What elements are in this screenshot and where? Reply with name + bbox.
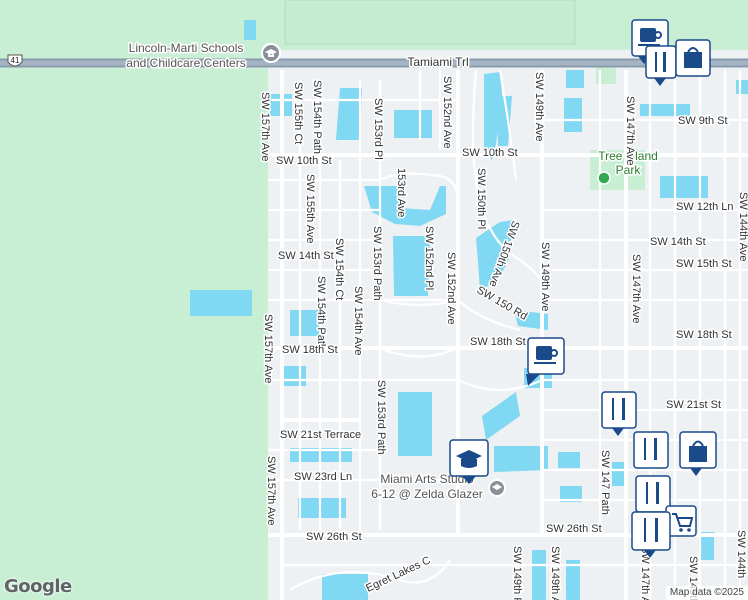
- street-label: SW 147th Ave: [624, 96, 636, 166]
- street-label: SW 157th Ave: [262, 314, 274, 384]
- street-label: SW 26th St: [546, 523, 602, 535]
- street-label: SW 144th Ave: [737, 192, 748, 262]
- school-bottom-line2: 6-12 @ Zelda Glazer: [371, 487, 483, 501]
- google-logo: Google: [4, 576, 72, 597]
- map-attribution[interactable]: Map data ©2025: [665, 586, 748, 600]
- map-canvas[interactable]: 41 Lincoln-Marti Schools and Childcare C…: [0, 0, 748, 600]
- street-label: SW 152nd Pl: [423, 226, 435, 290]
- street-label: SW 26th St: [306, 531, 362, 543]
- street-label: SW 153rd Pl: [372, 98, 384, 160]
- street-label: SW 21st Terrace: [280, 429, 361, 441]
- school-top-line2: and Childcare Centers: [126, 56, 245, 70]
- street-label: SW 149th Ave: [539, 242, 551, 312]
- street-label: SW 152nd Ave: [445, 252, 457, 325]
- street-label: SW 153rd Path: [371, 226, 383, 301]
- street-label: SW 157th Ave: [265, 456, 277, 526]
- street-label: SW 153rd Path: [375, 380, 387, 455]
- street-label: SW 154th Path: [311, 80, 323, 154]
- street-label: SW 154th Ct: [333, 238, 345, 300]
- street-label: SW 154th Path: [315, 276, 327, 350]
- street-label: SW 18th St: [282, 344, 338, 356]
- highway-shield-41[interactable]: 41: [7, 54, 23, 67]
- street-label: SW 21st St: [666, 399, 721, 411]
- street-label: SW 14th St: [278, 250, 334, 262]
- map-pin[interactable]: [635, 475, 671, 513]
- street-label: 153rd Ave: [395, 168, 407, 217]
- street-label: SW 9th St: [678, 115, 728, 127]
- school-top-line1: Lincoln-Marti Schools: [129, 41, 244, 55]
- street-label: SW 18th St: [470, 336, 526, 348]
- map-pin[interactable]: [675, 39, 711, 77]
- highway-shield-number: 41: [11, 56, 20, 65]
- street-label: SW 149th Ave: [533, 72, 545, 142]
- street-label: SW 12th Ln: [676, 201, 733, 213]
- street-label: SW 154th Ave: [352, 286, 364, 356]
- street-label: SW 149th Ave: [549, 546, 561, 600]
- street-label: SW 144th: [735, 530, 747, 578]
- street-label: SW 15th St: [676, 258, 732, 270]
- street-label: SW 149th Pl: [511, 546, 523, 600]
- street-label: SW 147 Path: [599, 450, 611, 515]
- tree-icon: [597, 171, 611, 185]
- map-pin[interactable]: [633, 431, 669, 469]
- street-label: SW 155th Ave: [304, 174, 316, 244]
- street-label: SW 152nd Ave: [441, 76, 453, 149]
- street-label: SW 147th Ave: [630, 254, 642, 324]
- street-label: SW 10th St: [276, 155, 332, 167]
- street-label: SW 10th St: [462, 147, 518, 159]
- highway-name-label: Tamiami Trl: [407, 55, 468, 69]
- street-label: SW 18th St: [676, 329, 732, 341]
- street-label: SW 155th Ct: [292, 82, 304, 144]
- street-label: SW 23rd Ln: [294, 471, 352, 483]
- street-label: SW 157th Ave: [259, 92, 271, 162]
- street-label: SW 150th Pl: [475, 168, 487, 229]
- street-label: SW 14th St: [650, 236, 706, 248]
